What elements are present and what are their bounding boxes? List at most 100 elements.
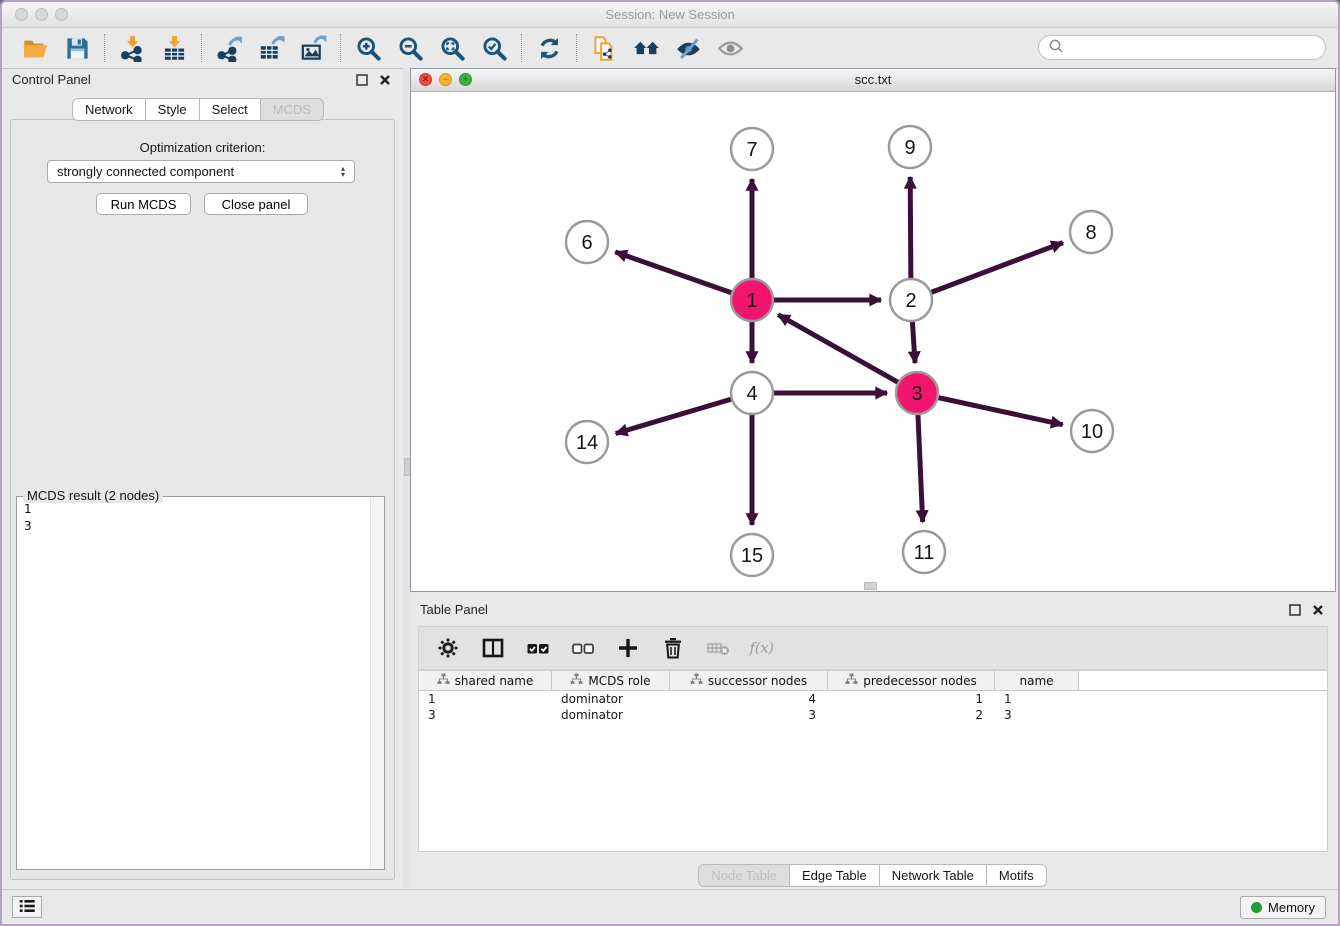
open-icon[interactable] [18, 32, 52, 64]
column-header-successor-nodes[interactable]: successor nodes [670, 671, 828, 690]
export-table-icon[interactable] [254, 32, 288, 64]
graph-svg: 7 9 6 8 1 2 4 3 14 10 15 11 [411, 91, 1335, 591]
svg-text:10: 10 [1081, 421, 1103, 443]
save-icon[interactable] [60, 32, 94, 64]
export-network-icon[interactable] [212, 32, 246, 64]
column-header-predecessor-nodes[interactable]: predecessor nodes [828, 671, 995, 690]
column-header-name[interactable]: name [995, 671, 1079, 690]
tab-edge-table[interactable]: Edge Table [789, 864, 880, 887]
float-panel-icon[interactable] [356, 74, 368, 86]
close-panel-button[interactable]: Close panel [204, 193, 308, 215]
node-11[interactable]: 11 [903, 531, 945, 573]
result-item[interactable]: 3 [24, 518, 363, 535]
network-window-title: scc.txt [855, 72, 892, 87]
close-table-panel-icon[interactable] [1312, 604, 1324, 616]
mcds-result-list[interactable]: 13 [17, 498, 370, 869]
run-mcds-button[interactable]: Run MCDS [96, 193, 191, 215]
network-close-icon[interactable]: ✕ [419, 73, 432, 86]
export-image-icon[interactable] [296, 32, 330, 64]
criterion-select[interactable]: strongly connected component ▴▾ [47, 160, 355, 183]
search-box[interactable] [1038, 35, 1326, 60]
panel-splitter[interactable] [403, 68, 410, 888]
zoom-window-icon[interactable] [55, 8, 68, 21]
zoom-in-icon[interactable] [351, 32, 385, 64]
svg-text:11: 11 [914, 542, 935, 564]
network-file-icon[interactable] [587, 32, 621, 64]
node-15[interactable]: 15 [731, 534, 773, 576]
search-input[interactable] [1070, 39, 1316, 56]
import-network-icon[interactable] [115, 32, 149, 64]
memory-status-icon [1251, 902, 1262, 913]
result-item[interactable]: 1 [24, 501, 363, 518]
zoom-out-icon[interactable] [393, 32, 427, 64]
column-header-shared-name[interactable]: shared name [419, 671, 552, 690]
node-8[interactable]: 8 [1070, 211, 1112, 253]
table-row[interactable]: 1dominator411 [419, 691, 1327, 707]
result-scrollbar[interactable] [370, 498, 384, 868]
tab-select[interactable]: Select [199, 98, 261, 121]
tab-style[interactable]: Style [145, 98, 200, 121]
node-3[interactable]: 3 [896, 372, 938, 414]
table-cell[interactable]: 1 [995, 692, 1079, 706]
toolbar-group [105, 32, 201, 64]
network-minimize-icon[interactable]: − [439, 73, 452, 86]
control-panel-tabs: NetworkStyleSelectMCDS [2, 98, 395, 121]
trash-icon[interactable] [658, 633, 688, 663]
tree-sort-icon [690, 673, 703, 688]
node-table[interactable]: shared nameMCDS rolesuccessor nodesprede… [418, 670, 1328, 852]
deselect-all-icon[interactable] [568, 633, 598, 663]
tab-network-table[interactable]: Network Table [879, 864, 987, 887]
tab-motifs[interactable]: Motifs [986, 864, 1047, 887]
task-history-button[interactable] [12, 896, 42, 918]
refresh-icon[interactable] [532, 32, 566, 64]
svg-text:1: 1 [746, 290, 757, 312]
toolbar-group [577, 32, 757, 64]
edge-2-8[interactable] [911, 243, 1063, 300]
table-cell[interactable]: 3 [995, 708, 1079, 722]
node-1[interactable]: 1 [731, 279, 773, 321]
table-cell[interactable]: dominator [552, 692, 670, 706]
home-icon[interactable] [629, 32, 663, 64]
node-4[interactable]: 4 [731, 372, 773, 414]
canvas-scroll-nub[interactable] [864, 582, 877, 590]
gear-icon[interactable] [433, 633, 463, 663]
node-9[interactable]: 9 [889, 126, 931, 168]
node-7[interactable]: 7 [731, 128, 773, 170]
table-cell[interactable]: dominator [552, 708, 670, 722]
table-cell[interactable]: 3 [419, 708, 552, 722]
edge-3-10[interactable] [917, 393, 1063, 425]
tab-mcds[interactable]: MCDS [260, 98, 324, 121]
column-header-MCDS-role[interactable]: MCDS role [552, 671, 670, 690]
memory-button[interactable]: Memory [1240, 896, 1326, 919]
node-6[interactable]: 6 [566, 221, 608, 263]
close-panel-icon[interactable] [379, 74, 391, 86]
window-controls [15, 8, 68, 21]
close-window-icon[interactable] [15, 8, 28, 21]
zoom-fit-icon[interactable] [435, 32, 469, 64]
table-cell[interactable]: 1 [828, 692, 995, 706]
select-all-icon[interactable] [523, 633, 553, 663]
node-14[interactable]: 14 [566, 421, 608, 463]
svg-text:7: 7 [746, 139, 757, 161]
network-canvas[interactable]: 7 9 6 8 1 2 4 3 14 10 15 11 [411, 91, 1335, 591]
tab-network[interactable]: Network [72, 98, 146, 121]
zoom-selected-icon[interactable] [477, 32, 511, 64]
table-cell[interactable]: 4 [670, 692, 828, 706]
column-label: name [1019, 674, 1053, 688]
node-10[interactable]: 10 [1071, 410, 1113, 452]
float-table-panel-icon[interactable] [1289, 604, 1301, 616]
tab-node-table[interactable]: Node Table [698, 864, 790, 887]
table-row[interactable]: 3dominator323 [419, 707, 1327, 723]
hide-eye-icon[interactable] [671, 32, 705, 64]
table-cell[interactable]: 1 [419, 692, 552, 706]
minimize-window-icon[interactable] [35, 8, 48, 21]
network-zoom-icon[interactable]: + [459, 73, 472, 86]
toolbar-group [202, 32, 340, 64]
node-2[interactable]: 2 [890, 279, 932, 321]
table-cell[interactable]: 2 [828, 708, 995, 722]
columns-icon[interactable] [478, 633, 508, 663]
table-cell[interactable]: 3 [670, 708, 828, 722]
add-icon[interactable] [613, 633, 643, 663]
edge-3-1[interactable] [778, 315, 917, 393]
import-table-icon[interactable] [157, 32, 191, 64]
